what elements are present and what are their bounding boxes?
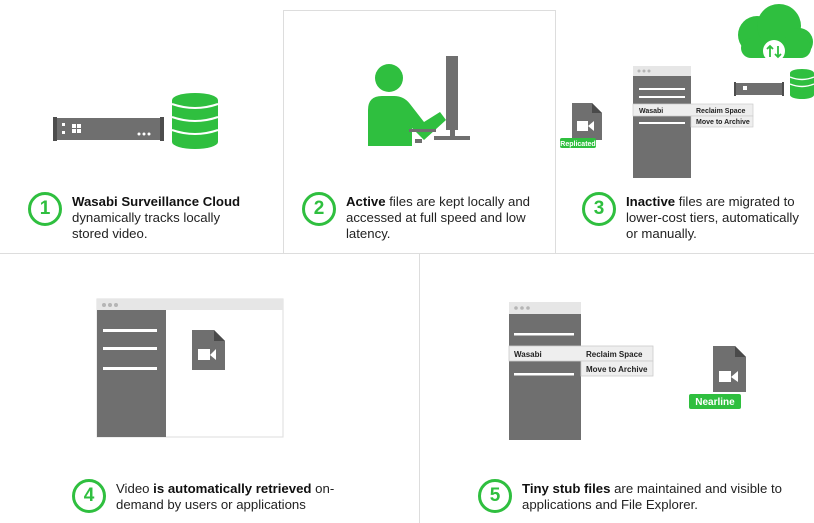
cloud-icon [738,4,813,62]
step-number-4: 4 [72,479,106,513]
step-3: 3 Inactive files are migrated to lower-c… [582,192,812,242]
step-2-description: Active files are kept locally and access… [346,194,531,242]
step-2-bold: Active [346,194,386,209]
menu-wasabi-label-small: Wasabi [639,108,663,115]
step-3-bold: Inactive [626,194,676,209]
menu-reclaim-label: Reclaim Space [586,350,643,359]
step-number-2: 2 [302,192,336,226]
svg-text:Nearline: Nearline [695,397,735,408]
video-file-nearline-icon [713,346,746,392]
step-number-5: 5 [478,479,512,513]
step-5-bold: Tiny stub files [522,481,611,496]
step-5-description: Tiny stub files are maintained and visib… [522,481,807,513]
step-1: 1 Wasabi Surveillance Cloud dynamically … [28,192,278,242]
svg-text:Replicated: Replicated [560,141,595,148]
server-icon [53,117,164,141]
step-3-description: Inactive files are migrated to lower-cos… [626,194,806,242]
step-4-description: Video is automatically retrieved on-dema… [116,481,366,513]
step-4-pre: Video [116,481,154,496]
step-1-text: dynamically tracks locally stored video. [72,210,221,241]
step-2: 2 Active files are kept locally and acce… [302,192,552,242]
nearline-badge: Nearline [689,394,741,409]
server-small-icon [734,82,784,96]
user-at-computer-icon [368,56,470,146]
replicated-badge: Replicated [560,138,596,148]
browser-window-icon [96,298,284,438]
step-4: 4 Video is automatically retrieved on-de… [72,479,402,513]
step-1-description: Wasabi Surveillance Cloud dynamically tr… [72,194,247,242]
file-explorer-window-large-icon [509,302,581,440]
illustrations: Wasabi Reclaim Space Move to Archive Rep… [53,4,814,440]
step-number-1: 1 [28,192,62,226]
step-1-bold: Wasabi Surveillance Cloud [72,194,241,209]
step-4-bold: is automatically retrieved [153,481,312,496]
step-5: 5 Tiny stub files are maintained and vis… [478,479,808,513]
database-small-icon [789,69,814,99]
menu-reclaim-label-small: Reclaim Space [696,108,746,115]
video-file-icon [572,103,602,140]
menu-archive-label: Move to Archive [586,365,648,374]
menu-wasabi-label: Wasabi [514,350,542,359]
step-number-3: 3 [582,192,616,226]
file-explorer-window-icon [633,66,691,178]
menu-archive-label-small: Move to Archive [696,119,750,126]
database-icon [171,93,219,149]
